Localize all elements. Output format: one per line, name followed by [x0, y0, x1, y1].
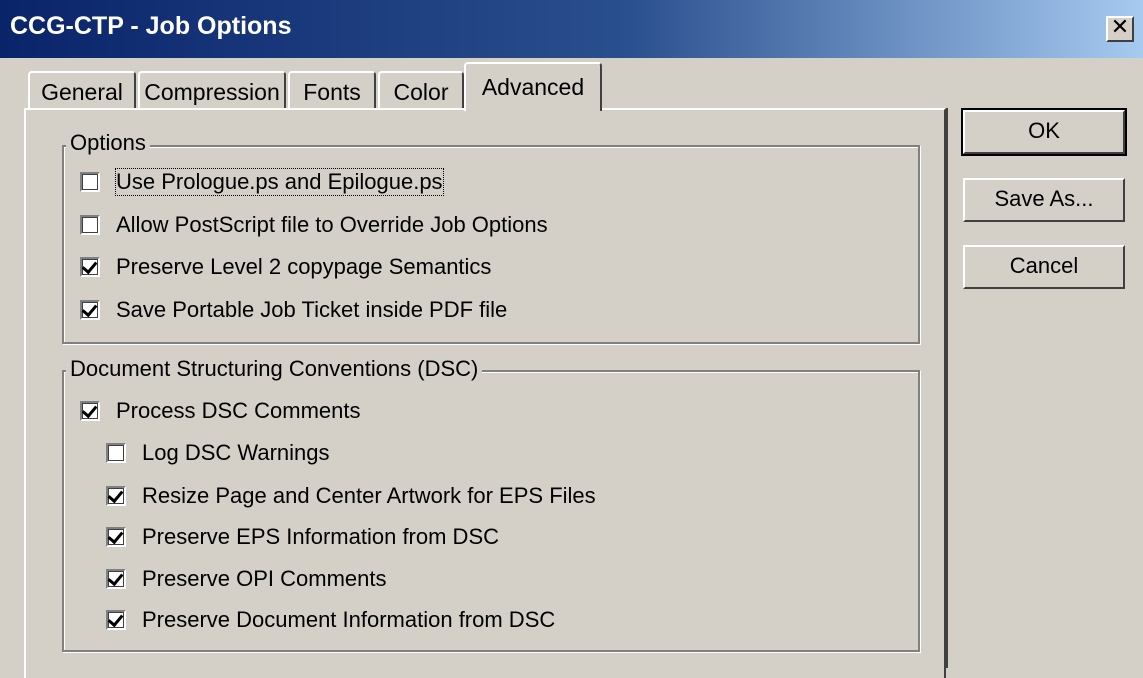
dsc-preserve-doc-info[interactable]: Preserve Document Information from DSC	[106, 605, 555, 635]
option-allow-postscript-override[interactable]: Allow PostScript file to Override Job Op…	[80, 210, 548, 240]
tab-label: Fonts	[303, 79, 361, 105]
tab-compression[interactable]: Compression	[138, 71, 286, 109]
option-use-prologue[interactable]: Use Prologue.ps and Epilogue.ps	[80, 167, 444, 197]
checkbox[interactable]	[80, 300, 100, 320]
dsc-log-warnings[interactable]: Log DSC Warnings	[106, 438, 329, 468]
checkbox[interactable]	[106, 443, 126, 463]
option-label: Preserve EPS Information from DSC	[142, 524, 500, 549]
tab-label: General	[41, 79, 123, 105]
option-label: Allow PostScript file to Override Job Op…	[116, 212, 548, 237]
option-label: Process DSC Comments	[116, 398, 361, 423]
window-title: CCG-CTP - Job Options	[10, 12, 292, 40]
option-save-job-ticket[interactable]: Save Portable Job Ticket inside PDF file	[80, 295, 507, 325]
cancel-button[interactable]: Cancel	[963, 245, 1125, 289]
checkbox[interactable]	[106, 486, 126, 506]
ok-button[interactable]: OK	[961, 108, 1127, 156]
close-button[interactable]: ✕	[1106, 16, 1134, 42]
option-label: Use Prologue.ps and Epilogue.ps	[115, 168, 444, 196]
tab-general[interactable]: General	[28, 71, 136, 109]
tab-label: Color	[393, 79, 449, 105]
checkbox[interactable]	[106, 569, 126, 589]
close-icon: ✕	[1110, 15, 1130, 40]
checkbox[interactable]	[80, 401, 100, 421]
checkbox[interactable]	[80, 172, 100, 192]
options-group-label: Options	[66, 130, 150, 156]
checkbox[interactable]	[80, 257, 100, 277]
checkbox[interactable]	[80, 215, 100, 235]
checkbox[interactable]	[106, 610, 126, 630]
tab-fonts[interactable]: Fonts	[288, 71, 376, 109]
tab-color[interactable]: Color	[378, 71, 464, 109]
dsc-preserve-opi[interactable]: Preserve OPI Comments	[106, 564, 387, 594]
tab-label: Compression	[144, 79, 280, 105]
dsc-resize-page[interactable]: Resize Page and Center Artwork for EPS F…	[106, 481, 596, 511]
panel-divider	[946, 108, 948, 668]
option-label: Preserve Level 2 copypage Semantics	[116, 254, 492, 279]
dsc-preserve-eps-info[interactable]: Preserve EPS Information from DSC	[106, 522, 499, 552]
option-label: Resize Page and Center Artwork for EPS F…	[142, 483, 596, 508]
option-label: Log DSC Warnings	[142, 440, 330, 465]
save-as-button[interactable]: Save As...	[963, 178, 1125, 222]
option-preserve-copypage[interactable]: Preserve Level 2 copypage Semantics	[80, 252, 491, 282]
option-label: Preserve OPI Comments	[142, 566, 387, 591]
tab-label: Advanced	[481, 74, 585, 100]
dsc-process-comments[interactable]: Process DSC Comments	[80, 396, 361, 426]
dsc-group-label: Document Structuring Conventions (DSC)	[66, 356, 483, 382]
tab-advanced[interactable]: Advanced	[464, 62, 602, 111]
option-label: Preserve Document Information from DSC	[142, 607, 556, 632]
option-label: Save Portable Job Ticket inside PDF file	[116, 297, 508, 322]
title-bar[interactable]: CCG-CTP - Job Options ✕	[0, 0, 1143, 58]
checkbox[interactable]	[106, 527, 126, 547]
